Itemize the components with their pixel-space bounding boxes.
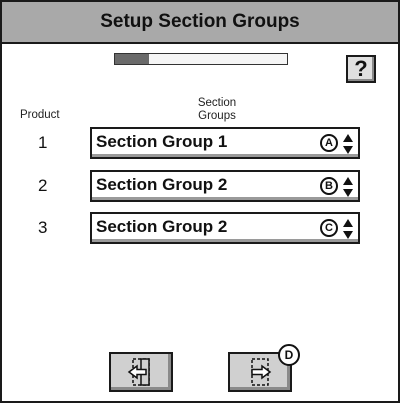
- callout-b: B: [320, 177, 338, 195]
- progress-bar: [114, 53, 288, 65]
- column-header-section-groups-line1: Section: [197, 97, 237, 109]
- help-button[interactable]: ?: [346, 55, 376, 83]
- product-row-1: 1 Section Group 1 A: [2, 127, 398, 161]
- up-down-arrows-icon[interactable]: [342, 133, 354, 155]
- up-down-arrows-icon[interactable]: [342, 218, 354, 240]
- section-group-value: Section Group 2: [96, 175, 228, 194]
- setup-section-groups-screen: Setup Section Groups ? Product Section G…: [0, 0, 400, 403]
- page-title: Setup Section Groups: [2, 2, 398, 44]
- product-row-3: 3 Section Group 2 C: [2, 212, 398, 246]
- product-number: 3: [38, 218, 48, 237]
- callout-a: A: [320, 134, 338, 152]
- product-number: 2: [38, 176, 48, 195]
- product-number: 1: [38, 133, 48, 152]
- callout-d: D: [278, 344, 300, 366]
- callout-c: C: [320, 219, 338, 237]
- column-header-section-groups-line2: Groups: [198, 110, 236, 122]
- back-button[interactable]: [109, 352, 173, 392]
- section-group-select-2[interactable]: Section Group 2 B: [90, 170, 360, 202]
- section-group-select-1[interactable]: Section Group 1 A: [90, 127, 360, 159]
- column-header-product: Product: [20, 109, 60, 121]
- column-header-section-groups: Section Groups: [188, 97, 246, 123]
- section-group-select-3[interactable]: Section Group 2 C: [90, 212, 360, 244]
- section-group-value: Section Group 1: [96, 132, 228, 151]
- section-group-value: Section Group 2: [96, 217, 228, 236]
- exit-arrow-left-icon: [127, 358, 150, 386]
- product-row-2: 2 Section Group 2 B: [2, 170, 398, 204]
- up-down-arrows-icon[interactable]: [342, 176, 354, 198]
- progress-bar-fill: [115, 54, 150, 64]
- enter-arrow-right-icon: [251, 358, 272, 386]
